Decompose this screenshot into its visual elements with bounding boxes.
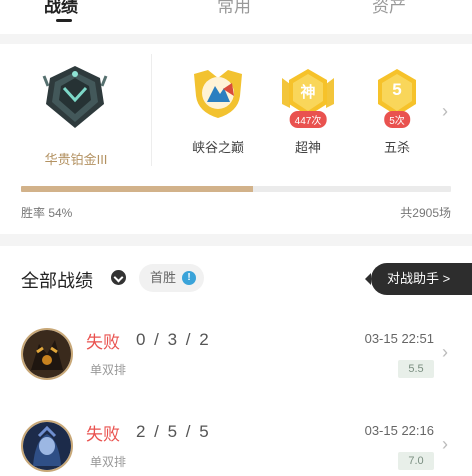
total-games-label: 共2905场 bbox=[400, 206, 451, 220]
badge-legendary[interactable]: 神 447次 超神 bbox=[273, 66, 343, 156]
match-score: 7.0 bbox=[398, 452, 434, 470]
summit-icon bbox=[190, 66, 246, 122]
first-win-chip[interactable]: 首胜 ! bbox=[139, 264, 205, 292]
info-icon[interactable]: ! bbox=[182, 271, 197, 285]
badge-glyph: 神 bbox=[300, 84, 316, 101]
section-divider bbox=[0, 234, 472, 246]
rank-name: 华贵铂金III bbox=[44, 152, 108, 167]
badge-pentakill[interactable]: 5 5次 五杀 bbox=[362, 66, 432, 156]
win-rate-label: 胜率 54% bbox=[21, 206, 73, 220]
match-mode: 单双排 bbox=[90, 455, 127, 469]
section-divider bbox=[0, 34, 472, 44]
match-mode: 单双排 bbox=[90, 363, 127, 377]
rank-card[interactable]: 华贵铂金III 峡谷之巅 神 447次 超神 5 5次 五杀 › 胜率 54% … bbox=[0, 44, 472, 234]
badge-count: 447次 bbox=[289, 111, 327, 128]
badge-label: 超神 bbox=[294, 140, 321, 155]
first-win-label: 首胜 bbox=[150, 270, 177, 285]
chevron-down-icon[interactable] bbox=[111, 270, 126, 285]
chevron-right-icon[interactable]: › bbox=[442, 101, 448, 122]
history-title[interactable]: 全部战绩 bbox=[21, 267, 93, 293]
match-result: 失败 bbox=[86, 425, 120, 444]
tab-assets[interactable]: 资产 bbox=[372, 0, 406, 17]
battle-assistant-button[interactable]: 对战助手 > bbox=[365, 263, 472, 295]
top-tab-bar: 战绩 常用 资产 bbox=[0, 0, 472, 34]
chevron-right-icon[interactable]: › bbox=[442, 342, 448, 363]
match-row[interactable]: 失败 2 / 5 / 5 单双排 03-15 22:16 7.0 › bbox=[0, 398, 472, 476]
badge-label: 峡谷之巅 bbox=[191, 140, 244, 155]
win-rate-bar bbox=[21, 186, 451, 192]
legendary-badge-icon: 神 447次 bbox=[280, 66, 336, 128]
match-score: 5.5 bbox=[398, 360, 434, 378]
platinum-rank-emblem-icon bbox=[42, 64, 108, 130]
match-kda: 2 / 5 / 5 bbox=[136, 422, 211, 441]
vertical-divider bbox=[151, 54, 152, 166]
chevron-right-icon[interactable]: › bbox=[442, 434, 448, 455]
badge-summit[interactable]: 峡谷之巅 bbox=[183, 66, 253, 156]
match-time: 03-15 22:51 bbox=[364, 331, 434, 346]
match-kda: 0 / 3 / 2 bbox=[136, 330, 211, 349]
win-rate-bar-fill bbox=[21, 186, 254, 192]
match-time: 03-15 22:16 bbox=[364, 423, 434, 438]
tab-common[interactable]: 常用 bbox=[217, 0, 251, 17]
champion-avatar bbox=[21, 420, 73, 472]
pentakill-badge-icon: 5 5次 bbox=[369, 66, 425, 128]
champion-avatar bbox=[21, 328, 73, 380]
match-row[interactable]: 失败 0 / 3 / 2 单双排 03-15 22:51 5.5 › bbox=[0, 306, 472, 386]
badge-count: 5次 bbox=[384, 111, 410, 128]
match-result: 失败 bbox=[86, 333, 120, 352]
badge-label: 五杀 bbox=[383, 140, 410, 155]
badge-glyph: 5 bbox=[392, 80, 402, 99]
tab-record[interactable]: 战绩 bbox=[44, 0, 78, 17]
active-tab-indicator bbox=[56, 19, 72, 22]
